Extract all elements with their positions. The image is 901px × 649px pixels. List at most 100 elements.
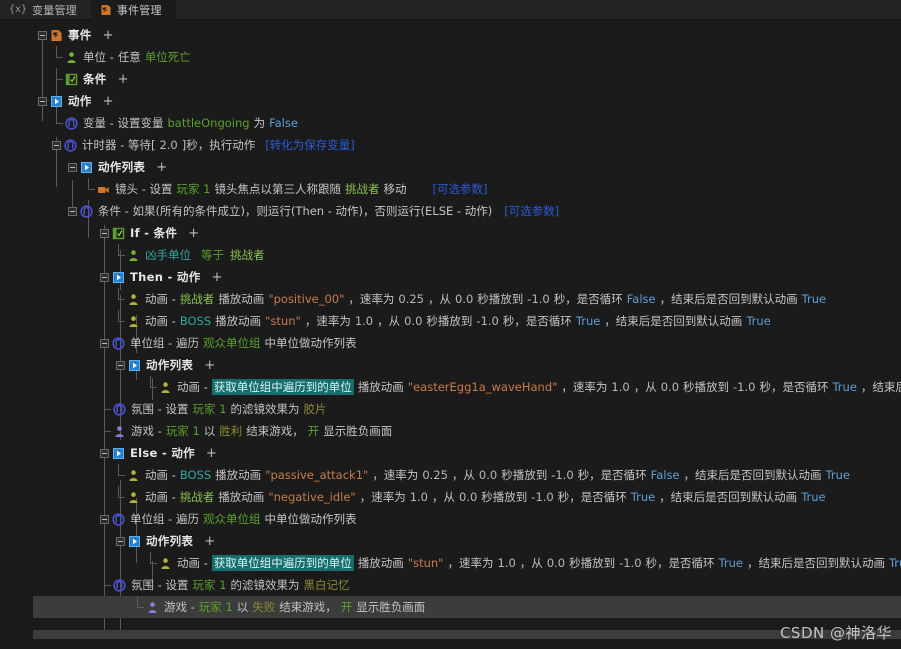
add-if-condition-button[interactable]: + bbox=[188, 227, 199, 240]
tree-node-if-condition[interactable]: 条件 - 如果(所有的条件成立)，则运行(Then - 动作)，否则运行(ELS… bbox=[0, 200, 901, 222]
anim-from: 0.0 bbox=[459, 490, 478, 504]
expander-icon[interactable] bbox=[100, 338, 109, 348]
tree-node-set-variable[interactable]: 变量 - 设置变量 battleOngoing 为 False bbox=[0, 112, 901, 134]
tree-connector bbox=[114, 310, 126, 332]
tree-node-if-block[interactable]: If - 条件 + bbox=[0, 222, 901, 244]
game-p2: 以 bbox=[203, 424, 216, 438]
tree-node-game-else[interactable]: 游戏 - 玩家 1 以 失败 结束游戏， 开 显示胜负画面 bbox=[33, 596, 901, 618]
tab-event-manager[interactable]: 事件管理 bbox=[90, 0, 176, 20]
anim-rate: 1.0 bbox=[409, 490, 428, 504]
game-p2: 以 bbox=[236, 600, 249, 614]
tree-node-ambience-else[interactable]: 氛围 - 设置 玩家 1 的滤镜效果为 黑白记忆 bbox=[0, 574, 901, 596]
tree-node-action-section[interactable]: 动作 + bbox=[0, 90, 901, 112]
anim-from-label: ，从 bbox=[377, 314, 401, 328]
ambience-p1: 氛围 - 设置 bbox=[131, 402, 189, 416]
gear-icon bbox=[113, 578, 126, 592]
anim-default: True bbox=[801, 292, 827, 306]
add-action-list-2-button[interactable]: + bbox=[204, 359, 215, 372]
ambience-effect: 胶片 bbox=[303, 402, 327, 416]
anim-loop-label: 秒，是否循环 bbox=[645, 556, 715, 570]
expander-icon[interactable] bbox=[116, 536, 125, 546]
tree-node-else-block[interactable]: Else - 动作 + bbox=[0, 442, 901, 464]
add-else-action-button[interactable]: + bbox=[206, 447, 217, 460]
game-p4: 显示胜负画面 bbox=[356, 600, 426, 614]
unit-icon bbox=[127, 315, 140, 328]
tree-node-condition-section[interactable]: 条件 + bbox=[0, 68, 901, 90]
tree-node-animation-easter-egg[interactable]: 动画 - 获取单位组中遍历到的单位 播放动画 "easterEgg1a_wave… bbox=[0, 376, 901, 398]
anim-from: 0.0 bbox=[478, 468, 498, 482]
tree-node-unit-group-loop[interactable]: 单位组 - 遍历 观众单位组 中单位做动作列表 bbox=[0, 332, 901, 354]
tree-node-animation-else-stun[interactable]: 动画 - 获取单位组中遍历到的单位 播放动画 "stun" ，速率为 1.0 ，… bbox=[0, 552, 901, 574]
unit-icon bbox=[159, 557, 172, 570]
if-comparison-right: 挑战者 bbox=[230, 248, 265, 262]
ambience-p2: 的滤镜效果为 bbox=[230, 578, 300, 592]
tree-node-action-list-2[interactable]: 动作列表 + bbox=[0, 354, 901, 376]
expander-icon[interactable] bbox=[38, 96, 47, 106]
anim-play: 播放动画 bbox=[215, 468, 262, 482]
if-block-label: If - 条件 bbox=[130, 226, 178, 240]
expander-icon[interactable] bbox=[100, 514, 109, 524]
add-then-action-button[interactable]: + bbox=[212, 271, 223, 284]
expander-icon[interactable] bbox=[100, 228, 109, 238]
anim-to-label: 秒播放到 bbox=[683, 380, 730, 394]
event-folder-icon bbox=[50, 29, 63, 42]
timer-convert-link[interactable]: [转化为保存变量] bbox=[265, 137, 354, 153]
expander-icon[interactable] bbox=[116, 360, 125, 370]
expander-icon[interactable] bbox=[38, 30, 47, 40]
expander-icon[interactable] bbox=[68, 206, 77, 216]
tree-node-animation[interactable]: 动画 - BOSS 播放动画 "passive_attack1" ，速率为 0.… bbox=[0, 464, 901, 486]
anim-loop: True bbox=[630, 490, 656, 504]
tree-connector bbox=[52, 112, 64, 134]
tree-node-action-list-1[interactable]: 动作列表 + bbox=[0, 156, 901, 178]
expander-icon[interactable] bbox=[68, 162, 77, 172]
anim-actor: 获取单位组中遍历到的单位 bbox=[211, 555, 354, 571]
condition-section-label: 条件 bbox=[83, 72, 107, 86]
add-action-button[interactable]: + bbox=[103, 95, 114, 108]
anim-rate-label: ，速率为 bbox=[447, 556, 494, 570]
add-event-button[interactable]: + bbox=[103, 29, 114, 42]
tree-node-then-block[interactable]: Then - 动作 + bbox=[0, 266, 901, 288]
add-action-list-1-button[interactable]: + bbox=[156, 161, 167, 174]
anim-to: -1.0 bbox=[619, 556, 642, 570]
if-condition-text: 条件 - 如果(所有的条件成立)，则运行(Then - 动作)，否则运行(ELS… bbox=[98, 204, 493, 218]
anim-to: -1.0 bbox=[531, 490, 554, 504]
if-condition-optional-params[interactable]: [可选参数] bbox=[504, 203, 559, 219]
tree-connector bbox=[146, 552, 158, 574]
tree-node-animation[interactable]: 动画 - 挑战者 播放动画 "negative_idle" ，速率为 1.0 ，… bbox=[0, 486, 901, 508]
tab-variable-manager[interactable]: {x} 变量管理 bbox=[0, 0, 91, 20]
tree-node-action-list-3[interactable]: 动作列表 + bbox=[0, 530, 901, 552]
tree-node-game-then[interactable]: 游戏 - 玩家 1 以 胜利 结束游戏， 开 显示胜负画面 bbox=[0, 420, 901, 442]
expander-icon[interactable] bbox=[100, 272, 109, 282]
anim-from: 0.0 bbox=[455, 292, 474, 306]
expander-icon[interactable] bbox=[100, 448, 109, 458]
action-list-2-label: 动作列表 bbox=[146, 358, 194, 372]
event-section-label: 事件 bbox=[68, 28, 92, 42]
unit-group-name: 观众单位组 bbox=[202, 336, 261, 350]
tree-node-event-section[interactable]: 事件 + bbox=[0, 24, 901, 46]
add-condition-button[interactable]: + bbox=[118, 73, 129, 86]
tree-node-timer[interactable]: 计时器 - 等待[ 2.0 ]秒，执行动作 [转化为保存变量] bbox=[0, 134, 901, 156]
tree-node-animation[interactable]: 动画 - BOSS 播放动画 "stun" ，速率为 1.0 ，从 0.0 秒播… bbox=[0, 310, 901, 332]
tree-node-unit-group-loop[interactable]: 单位组 - 遍历 观众单位组 中单位做动作列表 bbox=[0, 508, 901, 530]
camera-optional-params[interactable]: [可选参数] bbox=[432, 181, 487, 197]
tree-connector bbox=[100, 398, 112, 420]
game-p4: 显示胜负画面 bbox=[323, 424, 393, 438]
tree-node-if-comparison[interactable]: 凶手单位 等于 挑战者 bbox=[0, 244, 901, 266]
event-item-mid: 任意 bbox=[117, 50, 141, 64]
anim-rate: 1.0 bbox=[497, 556, 516, 570]
tree-node-camera[interactable]: 镜头 - 设置 玩家 1 镜头焦点以第三人称跟随 挑战者 移动 [可选参数] bbox=[0, 178, 901, 200]
anim-actor: 获取单位组中遍历到的单位 bbox=[211, 379, 354, 395]
tree-node-event-item[interactable]: 单位 - 任意 单位死亡 bbox=[0, 46, 901, 68]
tree-node-animation[interactable]: 动画 - 挑战者 播放动画 "positive_00" ，速率为 0.25 ，从… bbox=[0, 288, 901, 310]
anim-to: -1.0 bbox=[551, 468, 574, 482]
add-action-list-3-button[interactable]: + bbox=[204, 535, 215, 548]
tree-node-ambience-then[interactable]: 氛围 - 设置 玩家 1 的滤镜效果为 胶片 bbox=[0, 398, 901, 420]
expander-icon[interactable] bbox=[52, 140, 61, 150]
anim-actor: 挑战者 bbox=[179, 292, 215, 306]
unit-group-p2: 中单位做动作列表 bbox=[264, 512, 357, 526]
ambience-player: 玩家 1 bbox=[192, 578, 227, 592]
camera-p3: 移动 bbox=[383, 182, 407, 196]
camera-target: 挑战者 bbox=[344, 182, 380, 196]
anim-to-label: 秒播放到 bbox=[501, 468, 548, 482]
anim-to-label: 秒播放到 bbox=[477, 292, 524, 306]
